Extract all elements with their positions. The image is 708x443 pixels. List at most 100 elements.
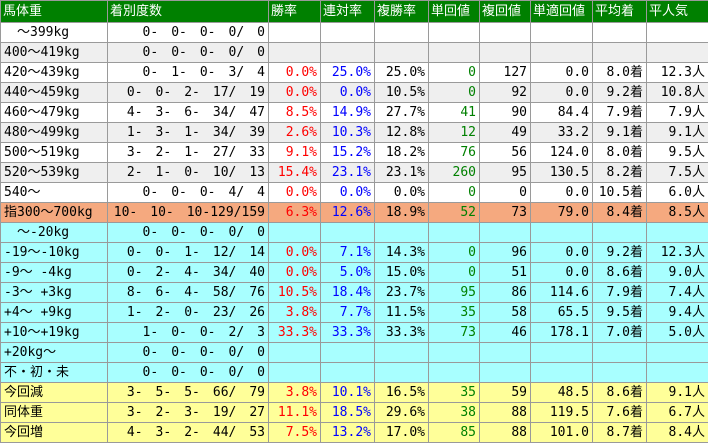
record-cell: 1- 0- 0- 2/ 3	[108, 323, 269, 343]
fuku-kaishu-cell: 95	[480, 163, 531, 183]
win-rate-cell	[269, 343, 321, 363]
win-rate-cell: 2.6%	[269, 123, 321, 143]
avg-rank-cell: 9.5着	[593, 303, 647, 323]
rentai-rate-cell	[321, 363, 375, 383]
tanteki-kaishu-cell: 65.5	[531, 303, 593, 323]
weight-stats-table: 馬体重 着別度数 勝率 連対率 複勝率 単回値 複回値 単適回値 平均着 平人気…	[0, 0, 708, 443]
tanteki-kaishu-cell: 119.5	[531, 403, 593, 423]
rentai-rate-cell: 25.0%	[321, 63, 375, 83]
tan-kaishu-cell: 0	[429, 243, 480, 263]
avg-popularity-cell: 9.4人	[647, 303, 708, 323]
win-rate-cell	[269, 223, 321, 243]
avg-popularity-cell: 7.9人	[647, 103, 708, 123]
rentai-rate-cell: 7.7%	[321, 303, 375, 323]
tanteki-kaishu-cell: 79.0	[531, 203, 593, 223]
win-rate-cell: 0.0%	[269, 263, 321, 283]
avg-popularity-cell	[647, 363, 708, 383]
tan-kaishu-cell: 35	[429, 383, 480, 403]
fuku-kaishu-cell: 96	[480, 243, 531, 263]
record-cell: 0- 0- 0- 0/ 0	[108, 43, 269, 63]
header-weight: 馬体重	[1, 1, 108, 23]
avg-rank-cell	[593, 363, 647, 383]
avg-rank-cell: 9.2着	[593, 243, 647, 263]
tanteki-kaishu-cell: 84.4	[531, 103, 593, 123]
record-cell: 0- 1- 0- 3/ 4	[108, 63, 269, 83]
tanteki-kaishu-cell: 114.6	[531, 283, 593, 303]
rentai-rate-cell	[321, 223, 375, 243]
avg-popularity-cell: 12.3人	[647, 63, 708, 83]
record-cell: 1- 2- 0- 23/ 26	[108, 303, 269, 323]
record-cell: 8- 6- 4- 58/ 76	[108, 283, 269, 303]
tan-kaishu-cell	[429, 43, 480, 63]
tanteki-kaishu-cell: 178.1	[531, 323, 593, 343]
fukusho-rate-cell: 11.5%	[375, 303, 429, 323]
fukusho-rate-cell	[375, 363, 429, 383]
fukusho-rate-cell: 16.5%	[375, 383, 429, 403]
fukusho-rate-cell: 23.1%	[375, 163, 429, 183]
win-rate-cell: 10.5%	[269, 283, 321, 303]
avg-rank-cell: 9.2着	[593, 83, 647, 103]
avg-rank-cell: 7.6着	[593, 403, 647, 423]
fukusho-rate-cell: 27.7%	[375, 103, 429, 123]
avg-rank-cell	[593, 43, 647, 63]
row-label: 520～539kg	[1, 163, 108, 183]
fukusho-rate-cell: 18.9%	[375, 203, 429, 223]
tan-kaishu-cell: 73	[429, 323, 480, 343]
fuku-kaishu-cell: 92	[480, 83, 531, 103]
tanteki-kaishu-cell: 0.0	[531, 83, 593, 103]
row-label: -19～-10kg	[1, 243, 108, 263]
header-fukusho-rate: 複勝率	[375, 1, 429, 23]
tanteki-kaishu-cell: 0.0	[531, 63, 593, 83]
tanteki-kaishu-cell	[531, 23, 593, 43]
fuku-kaishu-cell: 0	[480, 183, 531, 203]
row-label: 同体重	[1, 403, 108, 423]
table-row: 500～519kg3- 2- 1- 27/ 339.1%15.2%18.2%76…	[1, 143, 708, 163]
fuku-kaishu-cell: 59	[480, 383, 531, 403]
avg-popularity-cell	[647, 343, 708, 363]
win-rate-cell: 8.5%	[269, 103, 321, 123]
fuku-kaishu-cell: 58	[480, 303, 531, 323]
rentai-rate-cell	[321, 343, 375, 363]
fuku-kaishu-cell: 51	[480, 263, 531, 283]
tan-kaishu-cell: 76	[429, 143, 480, 163]
header-row: 馬体重 着別度数 勝率 連対率 複勝率 単回値 複回値 単適回値 平均着 平人気	[1, 1, 708, 23]
tanteki-kaishu-cell	[531, 223, 593, 243]
tan-kaishu-cell: 38	[429, 403, 480, 423]
win-rate-cell	[269, 363, 321, 383]
table-row: 520～539kg2- 1- 0- 10/ 1315.4%23.1%23.1%2…	[1, 163, 708, 183]
win-rate-cell: 3.8%	[269, 383, 321, 403]
avg-rank-cell	[593, 223, 647, 243]
avg-popularity-cell: 6.7人	[647, 403, 708, 423]
fuku-kaishu-cell: 46	[480, 323, 531, 343]
avg-popularity-cell: 9.0人	[647, 263, 708, 283]
rentai-rate-cell: 12.6%	[321, 203, 375, 223]
record-cell: 4- 3- 2- 44/ 53	[108, 423, 269, 443]
avg-popularity-cell: 5.0人	[647, 323, 708, 343]
record-cell: 3- 2- 3- 19/ 27	[108, 403, 269, 423]
tan-kaishu-cell: 35	[429, 303, 480, 323]
win-rate-cell: 0.0%	[269, 83, 321, 103]
tanteki-kaishu-cell: 0.0	[531, 183, 593, 203]
fuku-kaishu-cell	[480, 363, 531, 383]
avg-popularity-cell: 9.5人	[647, 143, 708, 163]
rentai-rate-cell	[321, 43, 375, 63]
table-row: ～-20kg0- 0- 0- 0/ 0	[1, 223, 708, 243]
row-label: 500～519kg	[1, 143, 108, 163]
rentai-rate-cell: 7.1%	[321, 243, 375, 263]
rentai-rate-cell: 13.2%	[321, 423, 375, 443]
fuku-kaishu-cell: 73	[480, 203, 531, 223]
fuku-kaishu-cell	[480, 223, 531, 243]
fukusho-rate-cell	[375, 23, 429, 43]
avg-popularity-cell	[647, 43, 708, 63]
tan-kaishu-cell	[429, 23, 480, 43]
avg-popularity-cell: 10.8人	[647, 83, 708, 103]
fuku-kaishu-cell: 49	[480, 123, 531, 143]
win-rate-cell: 9.1%	[269, 143, 321, 163]
rentai-rate-cell: 33.3%	[321, 323, 375, 343]
tanteki-kaishu-cell: 33.2	[531, 123, 593, 143]
table-row: 今回減3- 5- 5- 66/ 793.8%10.1%16.5%355948.5…	[1, 383, 708, 403]
record-cell: 0- 0- 0- 0/ 0	[108, 343, 269, 363]
tan-kaishu-cell: 0	[429, 83, 480, 103]
row-label: 540～	[1, 183, 108, 203]
row-label: 480～499kg	[1, 123, 108, 143]
